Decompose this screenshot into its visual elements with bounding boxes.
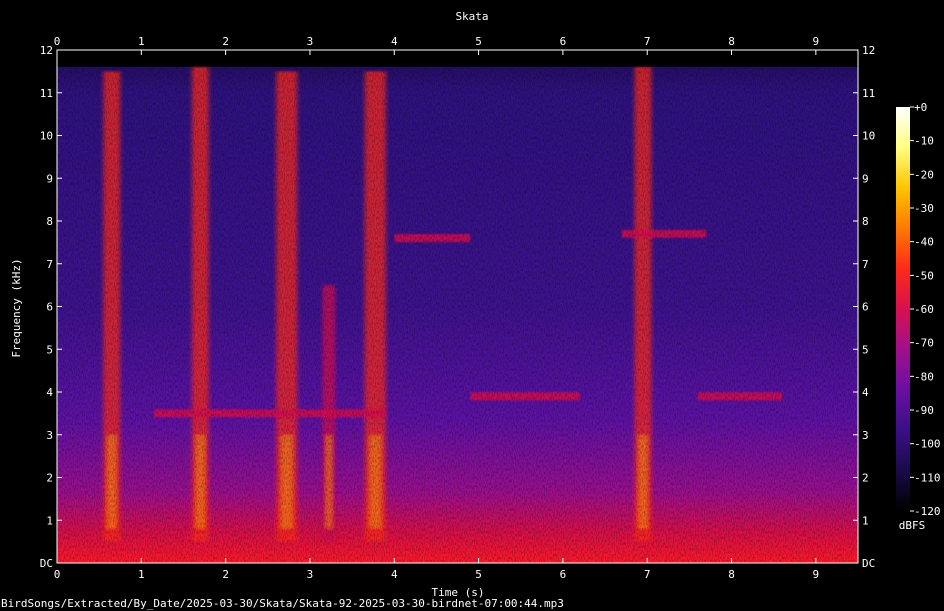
x-tick-label-bottom: 0	[54, 568, 61, 581]
y-tick-label-left: DC	[40, 557, 53, 570]
y-tick-label-right: 5	[862, 343, 869, 356]
x-tick-label-bottom: 2	[222, 568, 229, 581]
noise-texture	[57, 67, 858, 563]
y-tick-label-right: 3	[862, 429, 869, 442]
y-tick-label-right: 6	[862, 301, 869, 314]
y-tick-label-left: 12	[40, 44, 53, 57]
colorbar-tick-label: -20	[914, 168, 934, 181]
colorbar: +0 -10 -20 -30 -40 -50 -60 -70 -80 -90 -100 -110 -12…	[896, 101, 941, 532]
colorbar-tick-label: -40	[914, 236, 934, 249]
y-tick-label-left: 9	[46, 172, 53, 185]
x-tick-label-bottom: 8	[728, 568, 735, 581]
colorbar-tick-label: -120	[914, 505, 941, 518]
colorbar-tick-label: -60	[914, 303, 934, 316]
file-path: BirdSongs/Extracted/By_Date/2025-03-30/S…	[1, 597, 564, 610]
y-tick-label-right: 9	[862, 172, 869, 185]
colorbar-tick-label: -100	[914, 438, 941, 451]
x-tick-label-bottom: 1	[138, 568, 145, 581]
x-tick-label-bottom: 3	[307, 568, 314, 581]
y-tick-label-left: 7	[46, 258, 53, 271]
x-tick-label-top: 0	[54, 35, 61, 48]
colorbar-tick-label: -80	[914, 370, 934, 383]
y-tick-label-right: 8	[862, 215, 869, 228]
colorbar-tick-label: -90	[914, 404, 934, 417]
colorbar-tick-label: -50	[914, 269, 934, 282]
y-tick-label-left: 3	[46, 429, 53, 442]
y-tick-label-left: 6	[46, 301, 53, 314]
y-tick-label-left: 10	[40, 130, 53, 143]
y-tick-label-right: 11	[862, 87, 875, 100]
x-tick-label-top: 2	[222, 35, 229, 48]
x-tick-label-bottom: 7	[644, 568, 651, 581]
colorbar-gradient	[896, 107, 910, 511]
y-tick-label-left: 11	[40, 87, 53, 100]
colorbar-label: dBFS	[899, 519, 926, 532]
colorbar-ticks: +0 -10 -20 -30 -40 -50 -60 -70 -80 -90 -100 -110 -12…	[910, 101, 941, 518]
y-tick-label-left: 4	[46, 386, 53, 399]
y-tick-label-right: 4	[862, 386, 869, 399]
y-tick-label-right: DC	[862, 557, 875, 570]
x-tick-label-top: 9	[813, 35, 820, 48]
y-axis-label: Frequency (kHz)	[10, 258, 23, 357]
y-tick-label-left: 1	[46, 514, 53, 527]
colorbar-tick-label: -10	[914, 135, 934, 148]
spectrogram-chart: Skata 00112233445566778899 DC DC1 12 23 34 45…	[1, 10, 941, 610]
colorbar-tick-label: -110	[914, 471, 941, 484]
x-tick-label-top: 3	[307, 35, 314, 48]
colorbar-tick-label: -70	[914, 337, 934, 350]
chart-title: Skata	[455, 10, 488, 23]
x-tick-label-bottom: 5	[475, 568, 482, 581]
y-tick-label-left: 5	[46, 343, 53, 356]
x-tick-label-top: 8	[728, 35, 735, 48]
x-tick-label-top: 5	[475, 35, 482, 48]
x-tick-label-top: 1	[138, 35, 145, 48]
y-tick-label-right: 7	[862, 258, 869, 271]
x-tick-label-top: 6	[560, 35, 567, 48]
x-tick-label-top: 7	[644, 35, 651, 48]
colorbar-tick-label: -30	[914, 202, 934, 215]
y-tick-label-left: 8	[46, 215, 53, 228]
spectrogram-plot	[57, 50, 858, 563]
colorbar-tick-label: +0	[914, 101, 927, 114]
y-tick-label-left: 2	[46, 472, 53, 485]
x-tick-label-bottom: 6	[560, 568, 567, 581]
no-data-band-top	[57, 50, 858, 67]
x-tick-label-bottom: 9	[813, 568, 820, 581]
y-tick-label-right: 2	[862, 472, 869, 485]
y-tick-label-right: 12	[862, 44, 875, 57]
y-tick-label-right: 1	[862, 514, 869, 527]
y-tick-label-right: 10	[862, 130, 875, 143]
x-tick-label-top: 4	[391, 35, 398, 48]
x-tick-label-bottom: 4	[391, 568, 398, 581]
